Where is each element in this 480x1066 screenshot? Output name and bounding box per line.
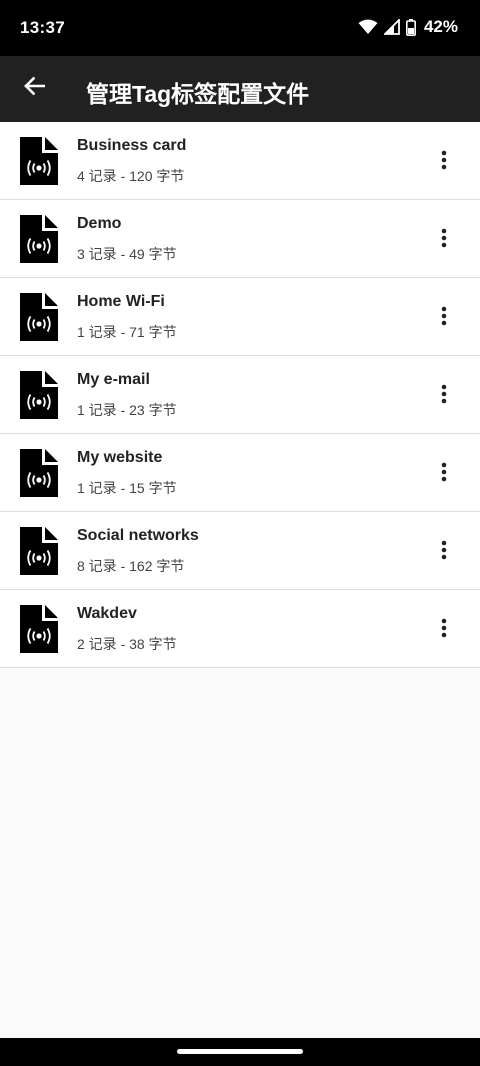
nfc-file-icon <box>20 605 58 653</box>
back-button[interactable] <box>12 66 56 110</box>
file-name: Wakdev <box>77 605 137 622</box>
file-name: My e-mail <box>77 371 150 388</box>
list-item[interactable]: Home Wi-Fi 1 记录 - 71 字节 <box>0 278 480 356</box>
list-item[interactable]: Business card 4 记录 - 120 字节 <box>0 122 480 200</box>
file-meta: 3 记录 - 49 字节 <box>77 246 177 262</box>
list-item[interactable]: Social networks 8 记录 - 162 字节 <box>0 512 480 590</box>
file-meta: 1 记录 - 23 字节 <box>77 402 177 418</box>
battery-percent: 42% <box>423 17 458 36</box>
system-nav-bar <box>0 1038 480 1066</box>
more-vert-icon <box>441 150 447 175</box>
app-bar: 管理Tag标签配置文件 <box>0 56 480 122</box>
status-bar: 13:37 42% <box>0 0 480 56</box>
more-options-button[interactable] <box>422 218 466 262</box>
arrow-left-icon <box>23 76 46 101</box>
wifi-icon <box>358 19 378 35</box>
list-item[interactable]: My e-mail 1 记录 - 23 字节 <box>0 356 480 434</box>
file-meta: 8 记录 - 162 字节 <box>77 558 185 574</box>
file-name: Home Wi-Fi <box>77 293 165 310</box>
more-options-button[interactable] <box>422 452 466 496</box>
more-vert-icon <box>441 618 447 643</box>
more-vert-icon <box>441 540 447 565</box>
list-item[interactable]: Demo 3 记录 - 49 字节 <box>0 200 480 278</box>
more-options-button[interactable] <box>422 530 466 574</box>
file-name: Business card <box>77 137 187 154</box>
more-vert-icon <box>441 228 447 253</box>
file-name: My website <box>77 449 163 466</box>
more-options-button[interactable] <box>422 374 466 418</box>
list-item[interactable]: My website 1 记录 - 15 字节 <box>0 434 480 512</box>
file-meta: 1 记录 - 71 字节 <box>77 324 177 340</box>
status-icons: 42% <box>358 17 458 37</box>
more-options-button[interactable] <box>422 296 466 340</box>
nfc-file-icon <box>20 137 58 185</box>
nfc-file-icon <box>20 215 58 263</box>
status-time: 13:37 <box>20 18 65 37</box>
more-vert-icon <box>441 306 447 331</box>
more-vert-icon <box>441 384 447 409</box>
more-options-button[interactable] <box>422 140 466 184</box>
more-options-button[interactable] <box>422 608 466 652</box>
battery-icon <box>405 18 416 36</box>
file-list: Business card 4 记录 - 120 字节 Demo 3 记录 - … <box>0 122 480 668</box>
cell-signal-icon <box>383 19 400 35</box>
page-title: 管理Tag标签配置文件 <box>86 81 310 107</box>
nfc-file-icon <box>20 293 58 341</box>
file-meta: 1 记录 - 15 字节 <box>77 480 177 496</box>
file-name: Demo <box>77 215 122 232</box>
nfc-file-icon <box>20 449 58 497</box>
home-indicator[interactable] <box>177 1049 303 1054</box>
list-item[interactable]: Wakdev 2 记录 - 38 字节 <box>0 590 480 668</box>
nfc-file-icon <box>20 527 58 575</box>
file-meta: 4 记录 - 120 字节 <box>77 168 185 184</box>
file-name: Social networks <box>77 527 199 544</box>
nfc-file-icon <box>20 371 58 419</box>
more-vert-icon <box>441 462 447 487</box>
file-meta: 2 记录 - 38 字节 <box>77 636 177 652</box>
